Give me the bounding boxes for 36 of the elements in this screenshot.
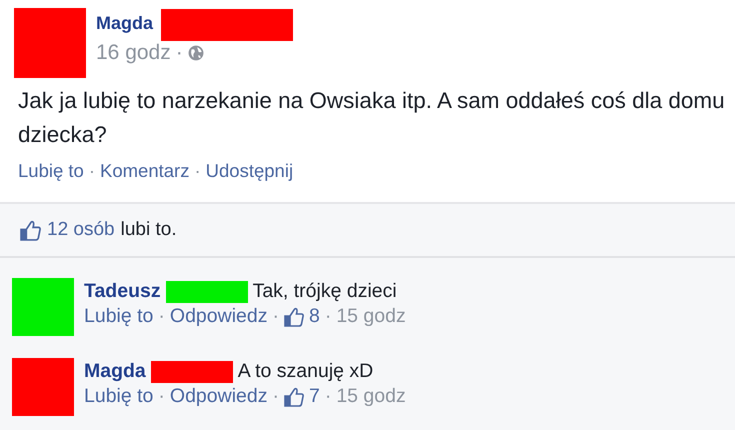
action-link[interactable]: Odpowiedz xyxy=(170,305,268,328)
separator-dot: · xyxy=(194,160,201,182)
thumbs-up-icon xyxy=(20,220,41,240)
action-link[interactable]: Komentarz xyxy=(100,160,190,182)
thumbs-up-icon xyxy=(284,386,304,406)
like-count[interactable]: 8 xyxy=(308,305,320,328)
action-link[interactable]: Lubię to xyxy=(84,305,154,328)
post-time: 16 godz xyxy=(96,41,171,65)
separator-dot: · xyxy=(324,305,332,328)
action-link[interactable]: Odpowiedz xyxy=(170,385,268,408)
separator-dot: · xyxy=(158,385,165,408)
likes-label: lubi to. xyxy=(120,219,177,241)
separator-dot: · xyxy=(158,305,165,328)
avatar[interactable] xyxy=(14,8,86,78)
like-count[interactable]: 7 xyxy=(308,385,320,408)
avatar[interactable] xyxy=(12,278,74,336)
separator-dot: · xyxy=(272,385,279,408)
commenter-name[interactable]: Tadeusz xyxy=(84,280,161,303)
comment-time: 15 godz xyxy=(336,305,406,328)
separator-dot: · xyxy=(176,41,183,65)
separator-dot: · xyxy=(324,385,332,408)
commenter-name[interactable]: Magda xyxy=(84,360,146,383)
comment-text: Tak, trójkę dzieci xyxy=(252,280,397,303)
separator-dot: · xyxy=(272,305,279,328)
separator-dot: · xyxy=(88,160,96,182)
author-name[interactable]: Magda xyxy=(96,9,154,34)
action-link[interactable]: Udostępnij xyxy=(206,160,294,182)
thumbs-up-icon xyxy=(284,306,304,326)
comment-time: 15 godz xyxy=(336,385,406,408)
likes-count-link[interactable]: 12 osób xyxy=(47,219,115,241)
avatar[interactable] xyxy=(12,358,74,416)
post-text: Jak ja lubię to narzekanie na Owsiaka itp. A sam oddałeś coś dla domu dziecka? xyxy=(18,87,726,149)
comment-text: A to szanuję xD xyxy=(238,360,374,383)
globe-icon xyxy=(188,45,204,61)
action-link[interactable]: Lubię to xyxy=(84,385,154,408)
action-link[interactable]: Lubię to xyxy=(18,160,84,182)
